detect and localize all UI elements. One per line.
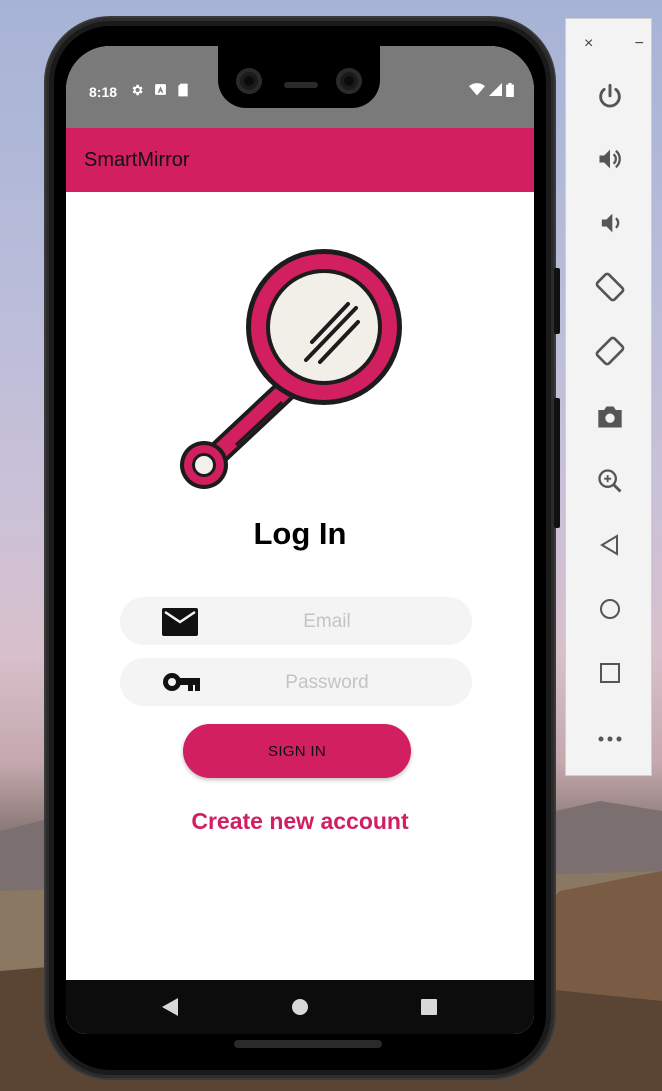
volume-up-icon	[599, 149, 621, 169]
sd-card-icon	[178, 83, 188, 97]
zoom-icon	[598, 469, 622, 493]
screenshot-button[interactable]	[588, 395, 632, 439]
app-bar: SmartMirror	[66, 128, 534, 192]
app-title: SmartMirror	[84, 149, 190, 171]
emu-overview-button[interactable]	[588, 651, 632, 695]
volume-up-button[interactable]	[588, 137, 632, 181]
camera-icon	[598, 406, 622, 428]
email-field	[120, 597, 472, 647]
power-icon	[599, 83, 621, 108]
back-icon	[600, 534, 618, 556]
status-left-icons	[130, 83, 189, 97]
recents-icon	[421, 999, 437, 1015]
overview-icon	[600, 663, 620, 683]
status-time: 8:18	[89, 84, 118, 100]
status-bar: 8:18	[66, 46, 534, 128]
status-right-icons	[469, 83, 514, 97]
rotate-right-button[interactable]	[588, 329, 632, 373]
home-icon	[600, 599, 620, 619]
phone-frame: 8:18 SmartMirror Log In Email SIGN IN Cr…	[46, 18, 560, 1078]
home-indicator	[234, 1040, 382, 1048]
zoom-button[interactable]	[588, 459, 632, 503]
gear-icon	[132, 84, 143, 96]
hand-mirror-icon	[180, 249, 402, 489]
device-screen: 8:18 SmartMirror Log In Email SIGN IN Cr…	[66, 46, 534, 1034]
more-button[interactable]	[588, 717, 632, 761]
login-title: Log In	[253, 516, 347, 551]
volume-side-button	[554, 398, 560, 528]
more-icon	[598, 736, 622, 742]
window-controls: × −	[584, 35, 644, 53]
envelope-icon	[162, 608, 198, 636]
key-icon	[163, 673, 200, 691]
wifi-icon	[469, 83, 485, 96]
email-input[interactable]	[200, 597, 454, 647]
navigation-bar	[66, 980, 534, 1034]
signal-icon	[489, 83, 502, 96]
emulator-toolbar: × −	[565, 18, 652, 776]
password-field	[120, 658, 472, 708]
rotate-right-icon	[595, 336, 625, 366]
a-badge-icon	[155, 84, 166, 95]
create-account-link[interactable]: Create new account	[66, 808, 534, 835]
sign-in-button[interactable]: SIGN IN	[183, 724, 411, 778]
rotate-left-button[interactable]	[588, 265, 632, 309]
emu-home-button[interactable]	[588, 587, 632, 631]
minimize-icon[interactable]: −	[635, 35, 644, 53]
nav-recents-button[interactable]	[399, 980, 459, 1034]
power-side-button	[554, 268, 560, 334]
battery-icon	[506, 83, 514, 97]
rotate-left-icon	[595, 272, 625, 302]
power-button[interactable]	[588, 75, 632, 119]
front-camera-right	[336, 68, 362, 94]
camera-notch	[218, 46, 380, 108]
close-icon[interactable]: ×	[584, 35, 593, 53]
volume-down-icon	[601, 213, 620, 233]
back-icon	[162, 998, 178, 1016]
nav-home-button[interactable]	[270, 980, 330, 1034]
phone-bezel: 8:18 SmartMirror Log In Email SIGN IN Cr…	[54, 26, 546, 1070]
volume-down-button[interactable]	[588, 201, 632, 245]
emu-back-button[interactable]	[588, 523, 632, 567]
home-icon	[292, 999, 308, 1015]
nav-back-button[interactable]	[140, 980, 200, 1034]
front-camera-left	[236, 68, 262, 94]
password-input[interactable]	[200, 658, 454, 708]
earpiece-speaker	[284, 82, 318, 88]
